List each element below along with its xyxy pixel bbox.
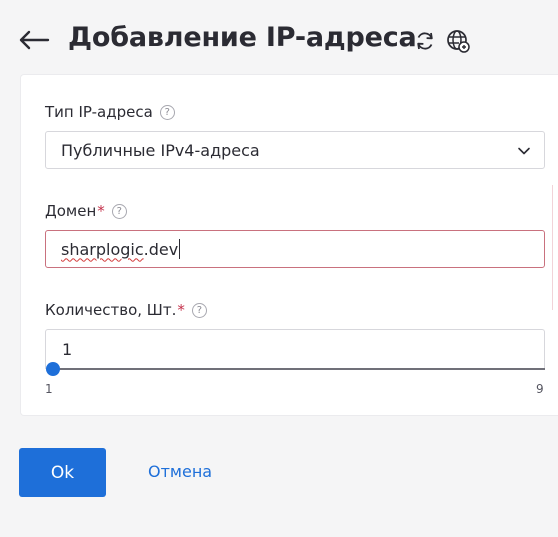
ip-type-select[interactable]: Публичные IPv4-адреса bbox=[45, 131, 545, 169]
refresh-icon[interactable] bbox=[413, 29, 437, 53]
chevron-down-icon bbox=[518, 147, 530, 155]
domain-label: Домен * ? bbox=[45, 202, 127, 220]
slider-max-label: 9 bbox=[536, 382, 544, 396]
ok-button[interactable]: Ok bbox=[19, 448, 106, 497]
quantity-value: 1 bbox=[62, 340, 73, 359]
back-arrow-icon[interactable] bbox=[16, 26, 52, 54]
ip-type-help-icon[interactable]: ? bbox=[159, 104, 175, 120]
ip-type-label: Тип IP-адреса ? bbox=[45, 103, 175, 121]
domain-value-rest: .dev bbox=[143, 239, 179, 259]
cancel-button[interactable]: Отмена bbox=[148, 462, 212, 481]
required-mark: * bbox=[97, 202, 105, 220]
side-panel-edge bbox=[552, 185, 558, 310]
quantity-label: Количество, Шт. * ? bbox=[45, 301, 207, 319]
domain-value-spellchecked: sharplogic bbox=[61, 239, 144, 259]
text-caret bbox=[179, 239, 181, 259]
required-mark: * bbox=[177, 301, 185, 319]
page-title: Добавление IP-адреса bbox=[68, 22, 417, 53]
quantity-slider-thumb[interactable] bbox=[46, 362, 60, 376]
quantity-input[interactable]: 1 bbox=[45, 329, 545, 369]
ip-type-value: Публичные IPv4-адреса bbox=[61, 140, 260, 160]
domain-input[interactable]: sharplogic .dev bbox=[45, 230, 545, 268]
quantity-slider-track[interactable] bbox=[52, 368, 545, 370]
domain-help-icon[interactable]: ? bbox=[111, 203, 127, 219]
globe-icon[interactable] bbox=[446, 29, 470, 53]
page-header: Добавление IP-адреса bbox=[0, 0, 558, 74]
quantity-help-icon[interactable]: ? bbox=[191, 302, 207, 318]
slider-min-label: 1 bbox=[45, 382, 53, 396]
